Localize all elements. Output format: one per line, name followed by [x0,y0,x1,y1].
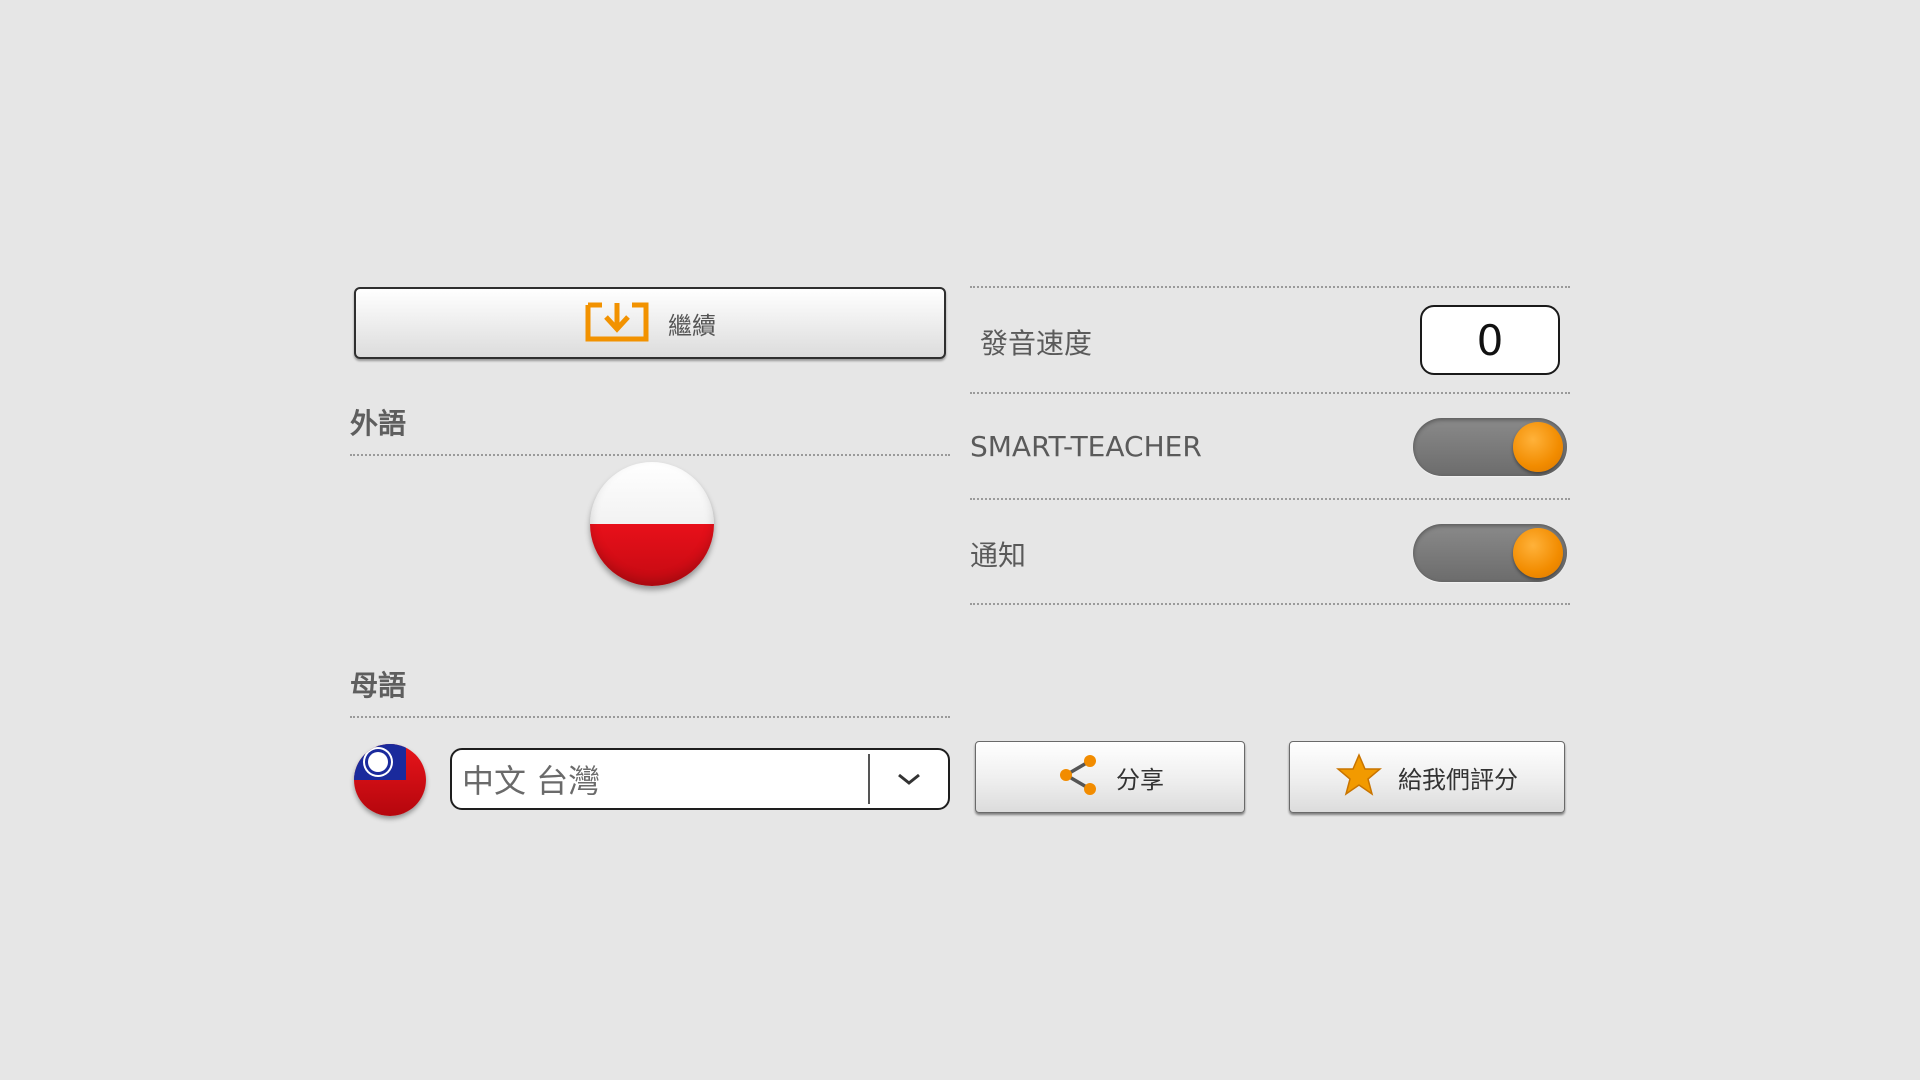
toggle-knob [1513,422,1563,472]
rate-us-label: 給我們評分 [1398,765,1518,794]
taiwan-flag-icon [354,744,426,816]
divider [970,392,1570,394]
divider [970,498,1570,500]
divider [970,603,1570,605]
continue-button[interactable]: 繼續 [354,287,946,359]
smart-teacher-label: SMART-TEACHER [970,430,1202,463]
share-button[interactable]: 分享 [975,741,1245,813]
divider [350,716,950,718]
toggle-knob [1513,528,1563,578]
speech-speed-label: 發音速度 [980,327,1093,360]
download-icon [584,299,650,347]
continue-label: 繼續 [668,311,716,340]
smart-teacher-toggle[interactable] [1413,418,1567,476]
native-language-value: 中文 台灣 [462,762,601,800]
divider [970,286,1570,288]
native-language-select[interactable]: 中文 台灣 [450,748,950,810]
notifications-toggle[interactable] [1413,524,1567,582]
star-icon [1335,753,1383,801]
rate-us-button[interactable]: 給我們評分 [1289,741,1565,813]
share-icon [1056,753,1100,801]
chevron-down-icon [870,772,948,786]
notifications-label: 通知 [970,539,1027,572]
foreign-language-title: 外語 [350,407,407,440]
native-language-title: 母語 [350,669,407,702]
divider [350,454,950,456]
poland-flag-icon[interactable] [590,462,714,586]
share-label: 分享 [1116,765,1164,794]
speech-speed-input[interactable]: 0 [1420,305,1560,375]
